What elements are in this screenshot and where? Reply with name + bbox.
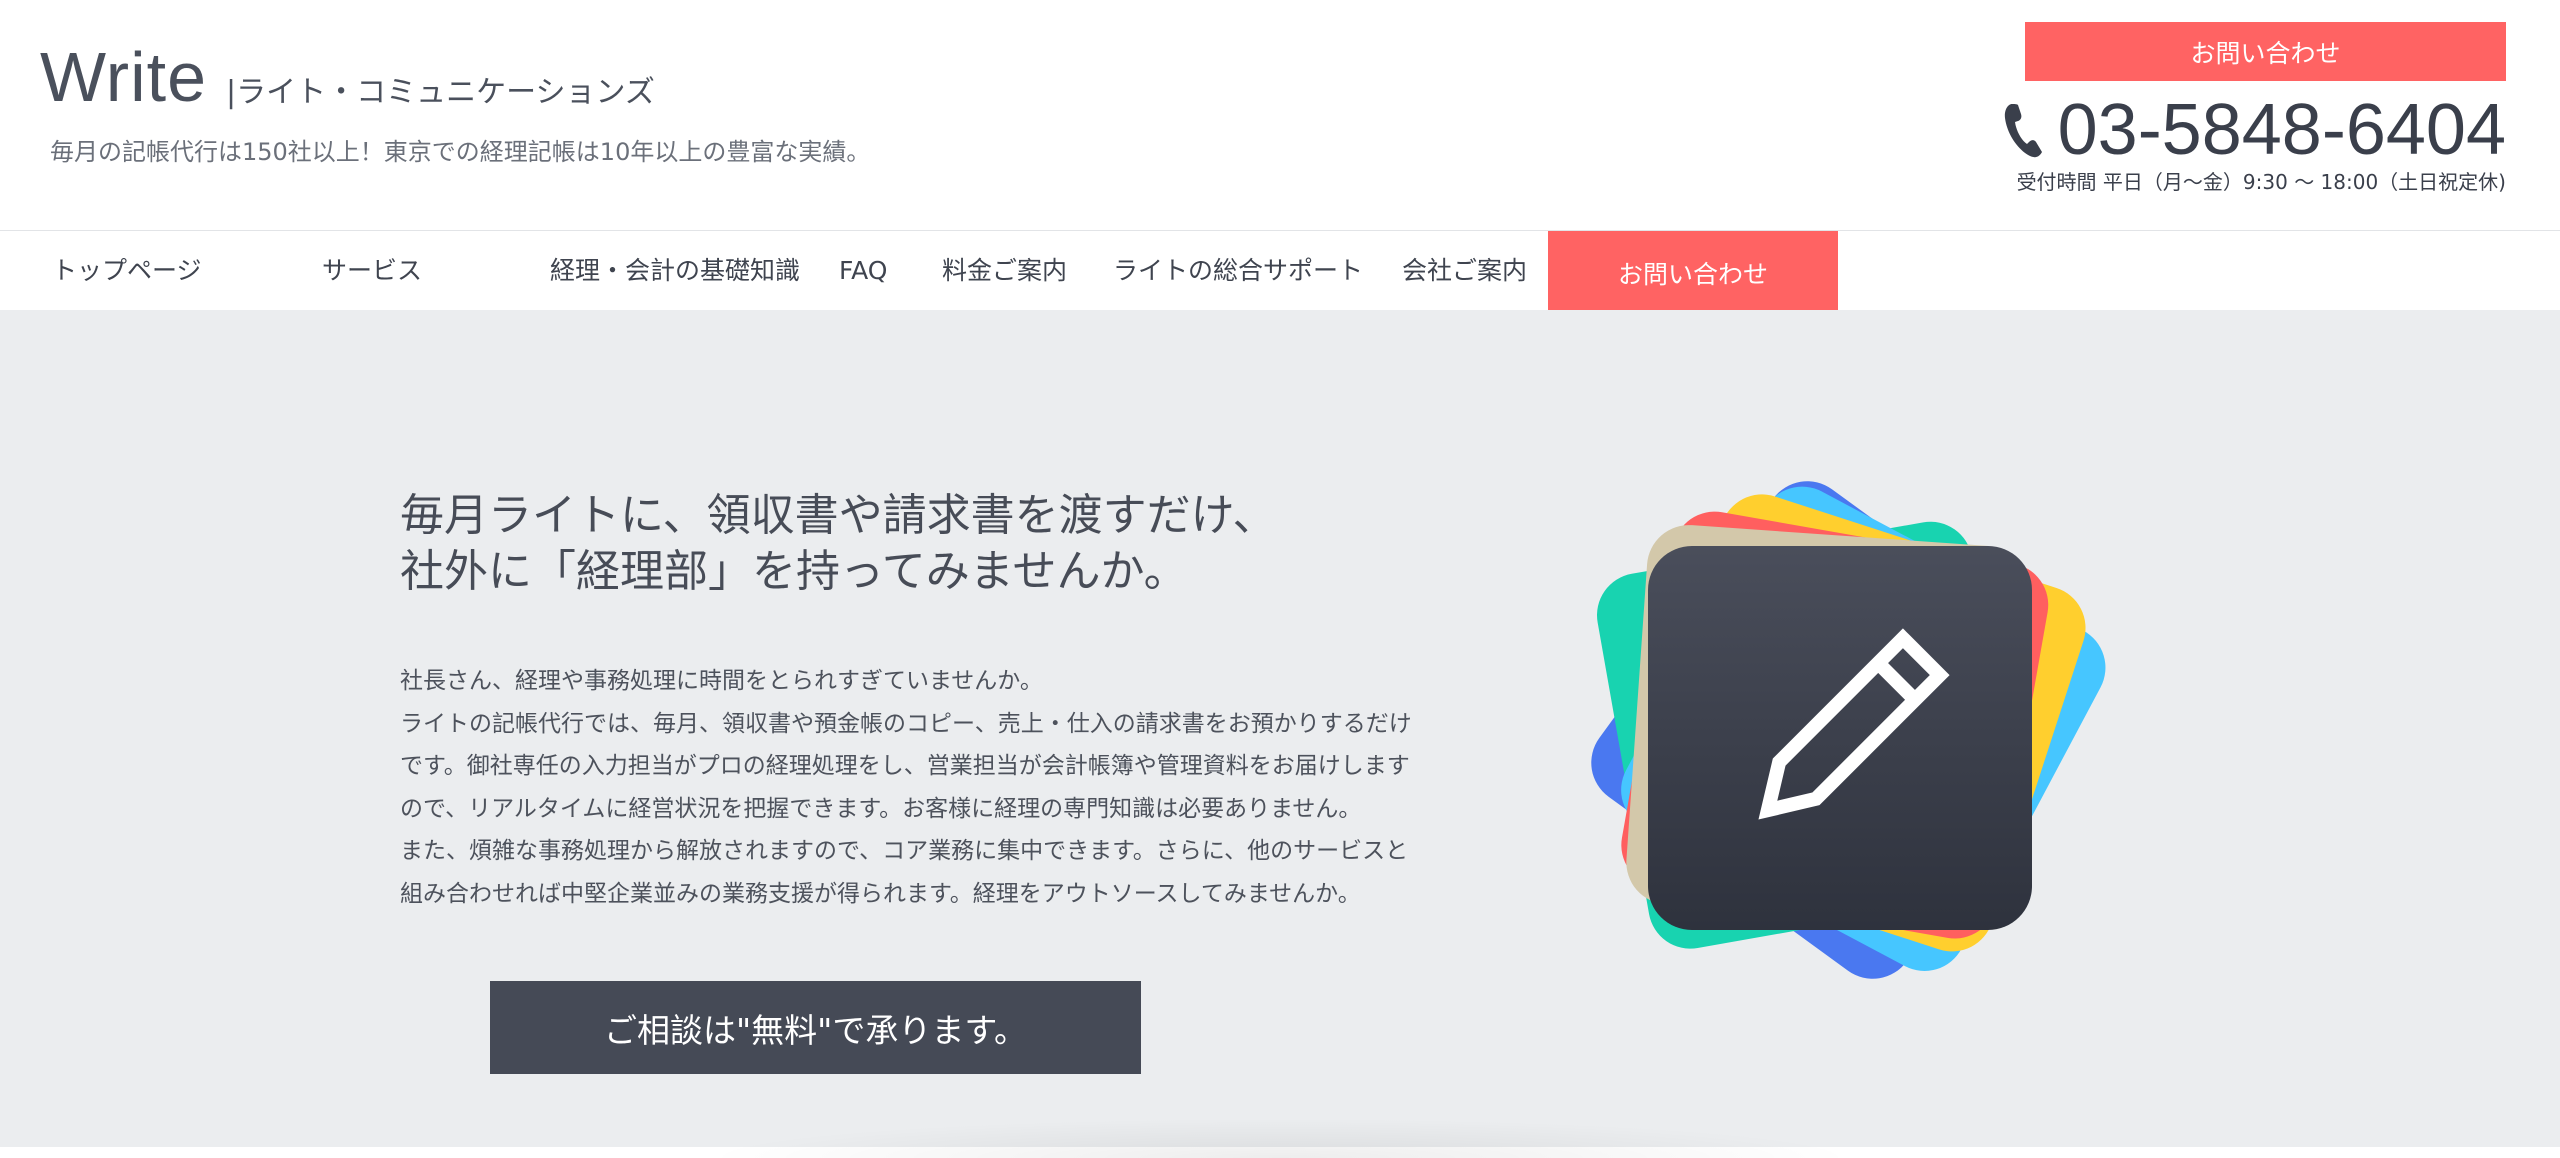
logo-company-name[interactable]: |ライト・コミュニケーションズ <box>226 78 655 108</box>
site-header: Write |ライト・コミュニケーションズ 毎月の記帳代行は150社以上！東京で… <box>0 0 2560 230</box>
nav-item-support[interactable]: ライトの総合サポート <box>1113 231 1363 311</box>
hero-section: 毎月ライトに、領収書や請求書を渡すだけ、 社外に「経理部」を持ってみませんか。 … <box>0 310 2560 1158</box>
hero-headline: 毎月ライトに、領収書や請求書を渡すだけ、 社外に「経理部」を持ってみませんか。 <box>400 488 1276 600</box>
contact-button-top[interactable]: お問い合わせ <box>2025 22 2506 81</box>
nav-item-pricing[interactable]: 料金ご案内 <box>942 231 1067 311</box>
section-shadow <box>700 1118 1860 1158</box>
nav-item-top[interactable]: トップページ <box>52 231 202 311</box>
hero-illustration <box>1591 481 2106 979</box>
description-line: ので、リアルタイムに経営状況を把握できます。お客様に経理の専門知識は必要ありませ… <box>400 795 1362 822</box>
description-line: 社長さん、経理や事務処理に時間をとられすぎていませんか。 <box>400 668 1043 694</box>
free-consultation-button[interactable]: ご相談は"無料"で承ります。 <box>490 981 1141 1074</box>
tagline: 毎月の記帳代行は150社以上！東京での経理記帳は10年以上の豊富な実績。 <box>50 138 871 166</box>
description-line: 組み合わせれば中堅企業並みの業務支援が得られます。経理をアウトソースしてみません… <box>400 880 1361 907</box>
main-nav: トップページ サービス 経理・会計の基礎知識 FAQ 料金ご案内 ライトの総合サ… <box>0 230 2560 314</box>
hero-description: 社長さん、経理や事務処理に時間をとられすぎていませんか。 ライトの記帳代行では、… <box>400 660 1450 915</box>
nav-item-accounting-basics[interactable]: 経理・会計の基礎知識 <box>550 231 800 311</box>
nav-contact-button[interactable]: お問い合わせ <box>1548 231 1838 314</box>
card-dark <box>1648 546 2032 930</box>
nav-item-service[interactable]: サービス <box>322 231 422 311</box>
description-line: ライトの記帳代行では、毎月、領収書や預金帳のコピー、売上・仕入の請求書をお預かり… <box>400 710 1412 737</box>
phone-number[interactable]: 03-5848-6404 <box>2058 94 2506 166</box>
phone-icon <box>2004 104 2042 158</box>
logo[interactable]: Write <box>40 42 207 112</box>
description-line: また、煩雑な事務処理から解放されますので、コア業務に集中できます。さらに、他のサ… <box>400 838 1409 864</box>
nav-item-faq[interactable]: FAQ <box>839 231 887 311</box>
business-hours: 受付時間 平日（月〜金）9:30 〜 18:00（土日祝定休) <box>2016 170 2506 194</box>
hero-headline-line-1: 毎月ライトに、領収書や請求書を渡すだけ、 <box>400 490 1277 541</box>
nav-item-company[interactable]: 会社ご案内 <box>1402 231 1527 311</box>
hero-headline-line-2: 社外に「経理部」を持ってみませんか。 <box>400 546 1188 597</box>
phone-contact[interactable]: 03-5848-6404 <box>2002 94 2506 166</box>
description-line: です。御社専任の入力担当がプロの経理処理をし、営業担当が会計帳簿や管理資料をお届… <box>400 753 1410 779</box>
